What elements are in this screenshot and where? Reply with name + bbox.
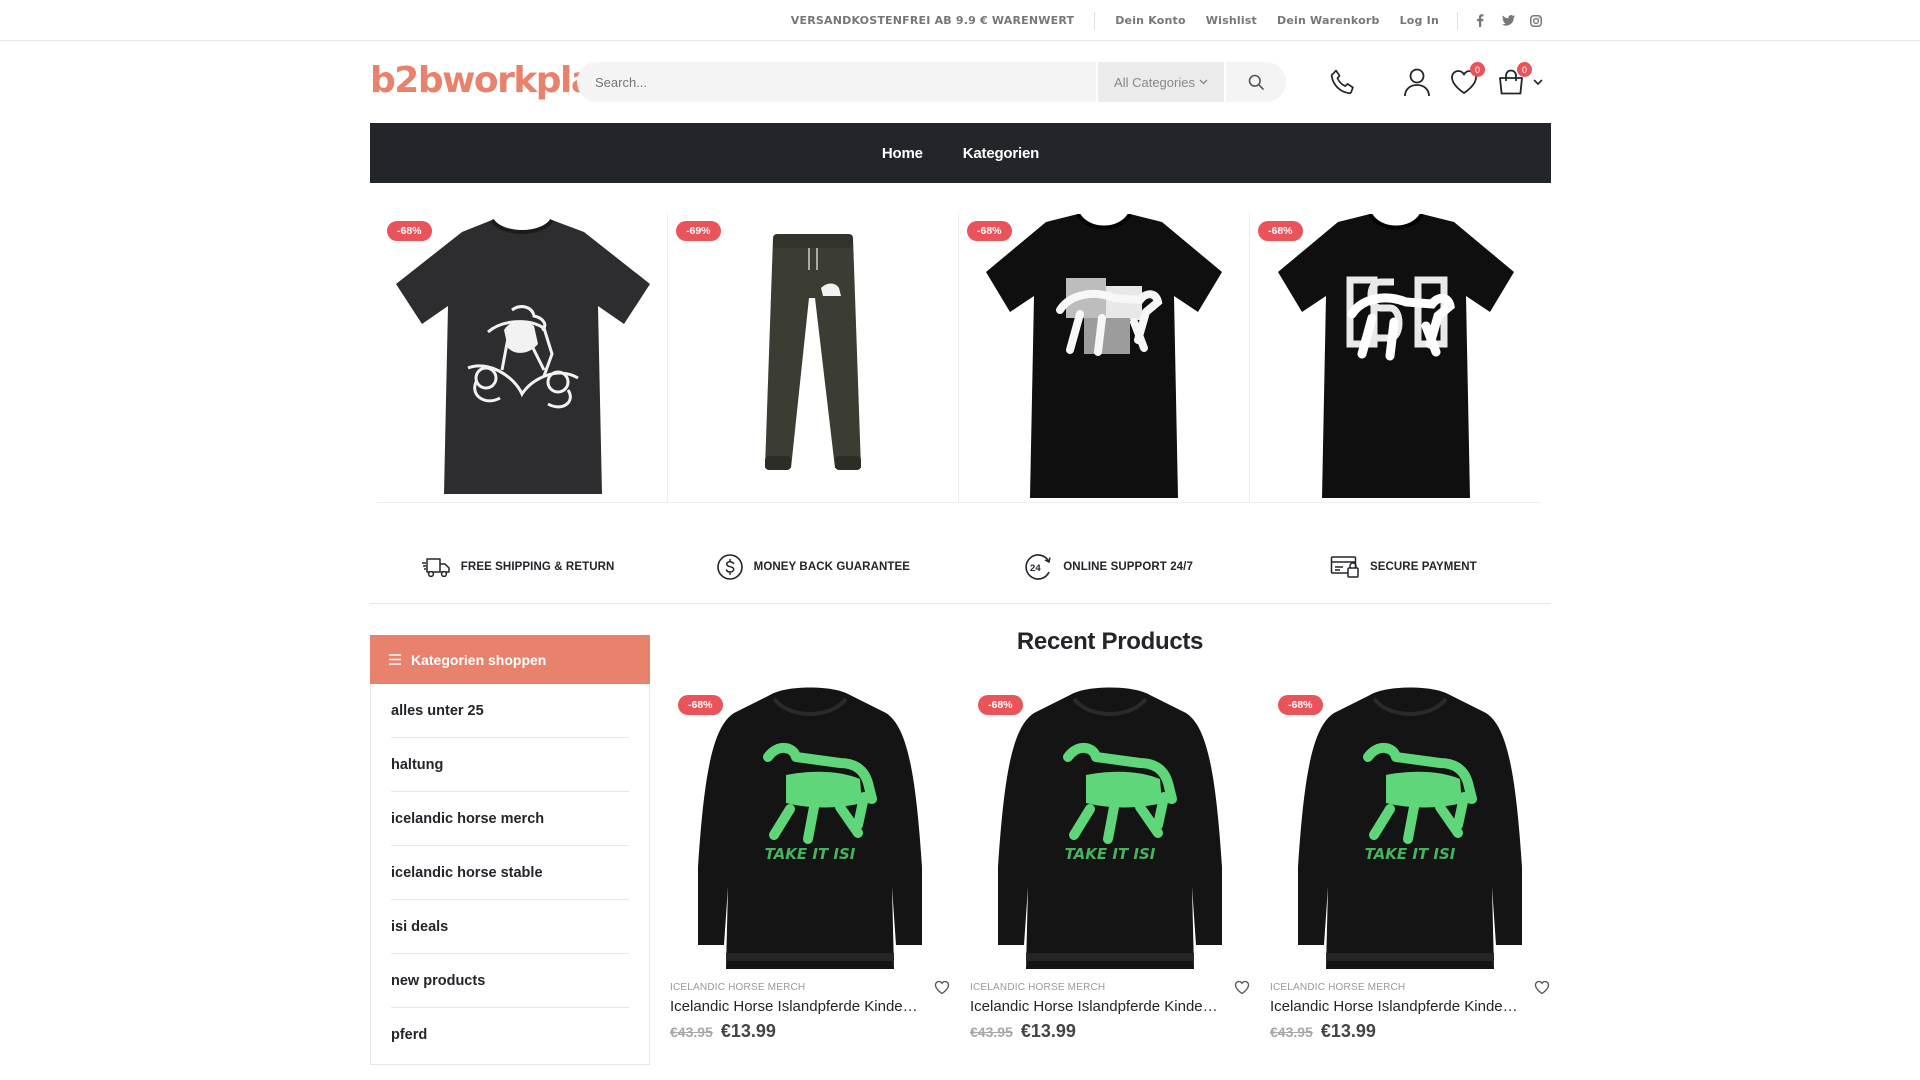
category-select-label: All Categories — [1114, 74, 1195, 90]
search-icon — [1248, 74, 1264, 90]
shipping-notice: VERSANDKOSTENFREI AB 9.9 € WARENWERT — [791, 11, 1096, 30]
phone-icon[interactable] — [1326, 64, 1360, 100]
facebook-icon[interactable] — [1472, 13, 1488, 29]
heart-icon[interactable] — [1534, 980, 1550, 995]
discount-badge: -69% — [676, 221, 721, 241]
old-price: €43.95 — [670, 1024, 713, 1040]
tshirt-product-image — [1277, 214, 1514, 498]
service-label: ONLINE SUPPORT 24/7 — [1063, 560, 1193, 573]
sidebar-item-alles-unter-25[interactable]: alles unter 25 — [391, 684, 629, 738]
product-card[interactable]: -69% — [668, 213, 959, 503]
service-free-shipping: FREE SHIPPING & RETURN — [370, 530, 665, 603]
old-price: €43.95 — [970, 1024, 1013, 1040]
support-24-icon: 24 — [1025, 553, 1051, 580]
search-input[interactable] — [577, 62, 1096, 102]
category-select[interactable]: All Categories — [1096, 62, 1224, 102]
print-text: TAKE IT ISI — [1365, 845, 1456, 863]
hoodie-product-image[interactable]: -68% TAKE IT ISI — [970, 687, 1250, 972]
service-bar: FREE SHIPPING & RETURN MONEY BACK GUARAN… — [370, 530, 1551, 604]
product-name[interactable]: Icelandic Horse Islandpferde Kinder ... — [1270, 998, 1520, 1015]
search-bar: All Categories — [577, 62, 1286, 102]
site-logo[interactable]: b2bworkpla — [370, 58, 595, 104]
sidebar-title: Kategorien shoppen — [411, 651, 547, 668]
search-button[interactable] — [1224, 62, 1286, 102]
sidebar-item-pferd[interactable]: pferd — [391, 1008, 629, 1062]
product-card[interactable]: -68% — [1250, 213, 1541, 503]
sidebar-item-icelandic-horse-stable[interactable]: icelandic horse stable — [391, 846, 629, 900]
product-category[interactable]: ICELANDIC HORSE MERCH — [670, 982, 950, 993]
link-account[interactable]: Dein Konto — [1115, 14, 1186, 27]
link-cart[interactable]: Dein Warenkorb — [1277, 14, 1380, 27]
discount-badge: -68% — [678, 695, 723, 715]
service-money-back: MONEY BACK GUARANTEE — [665, 530, 960, 603]
instagram-icon[interactable] — [1528, 13, 1544, 29]
discount-badge: -68% — [967, 221, 1012, 241]
print-text: TAKE IT ISI — [1065, 845, 1156, 863]
svg-text:24: 24 — [1030, 563, 1041, 574]
account-links: Dein Konto Wishlist Dein Warenkorb Log I… — [1095, 11, 1458, 30]
service-label: FREE SHIPPING & RETURN — [460, 560, 615, 573]
link-wishlist[interactable]: Wishlist — [1206, 14, 1257, 27]
product-card[interactable]: -68% TAKE IT ISI ICELANDIC HORSE MERCH I… — [970, 687, 1250, 1042]
product-category[interactable]: ICELANDIC HORSE MERCH — [1270, 982, 1550, 993]
heart-icon[interactable] — [934, 980, 950, 995]
sidebar-header[interactable]: Kategorien shoppen — [370, 635, 650, 684]
cart-chevron-down-icon[interactable] — [1530, 64, 1546, 100]
price: €13.99 — [1320, 1021, 1376, 1041]
link-login[interactable]: Log In — [1400, 14, 1439, 27]
service-label: MONEY BACK GUARANTEE — [753, 560, 911, 573]
truck-icon — [421, 557, 450, 577]
price: €13.99 — [720, 1021, 776, 1041]
product-card[interactable]: -68% — [377, 213, 668, 503]
discount-badge: -68% — [387, 221, 432, 241]
product-name[interactable]: Icelandic Horse Islandpferde Kinder ... — [670, 998, 920, 1015]
service-support: 24 ONLINE SUPPORT 24/7 — [961, 530, 1256, 603]
social-links — [1458, 13, 1544, 29]
main-nav: Home Kategorien — [370, 123, 1551, 183]
chevron-down-icon — [1199, 79, 1208, 85]
account-icon[interactable] — [1400, 64, 1434, 100]
menu-icon — [389, 654, 401, 665]
product-card[interactable]: -68% — [959, 213, 1250, 503]
price: €13.99 — [1020, 1021, 1076, 1041]
product-card[interactable]: -68% TAKE IT ISI ICELANDIC HORSE MERCH I… — [670, 687, 950, 1042]
hoodie-product-image[interactable]: -68% TAKE IT ISI — [1270, 687, 1550, 972]
sidebar-item-icelandic-horse-merch[interactable]: icelandic horse merch — [391, 792, 629, 846]
cart-icon[interactable]: 0 — [1494, 62, 1532, 100]
sidebar-item-new-products[interactable]: new products — [391, 954, 629, 1008]
nav-kategorien[interactable]: Kategorien — [963, 145, 1040, 162]
featured-products: -68% -69% -68% -68% — [377, 213, 1541, 503]
wishlist-count-badge: 0 — [1470, 62, 1485, 77]
sidebar-item-isi-deals[interactable]: isi deals — [391, 900, 629, 954]
sidebar-item-haltung[interactable]: haltung — [391, 738, 629, 792]
tshirt-product-image — [986, 214, 1222, 498]
nav-home[interactable]: Home — [882, 145, 923, 162]
discount-badge: -68% — [1258, 221, 1303, 241]
print-text: TAKE IT ISI — [765, 845, 856, 863]
hoodie-product-image[interactable]: -68% TAKE IT ISI — [670, 687, 950, 972]
section-title-recent-products: Recent Products — [1016, 628, 1204, 655]
money-icon — [716, 553, 743, 580]
pants-product-image — [765, 234, 861, 470]
discount-badge: -68% — [978, 695, 1023, 715]
service-label: SECURE PAYMENT — [1369, 560, 1477, 573]
heart-icon[interactable] — [1234, 980, 1250, 995]
secure-payment-icon — [1330, 555, 1359, 578]
product-name[interactable]: Icelandic Horse Islandpferde Kinder ... — [970, 998, 1220, 1015]
category-sidebar: Kategorien shoppen alles unter 25 haltun… — [370, 635, 650, 1065]
twitter-icon[interactable] — [1500, 13, 1516, 29]
discount-badge: -68% — [1278, 695, 1323, 715]
product-card[interactable]: -68% TAKE IT ISI ICELANDIC HORSE MERCH I… — [1270, 687, 1550, 1042]
wishlist-icon[interactable]: 0 — [1447, 62, 1485, 100]
service-secure-payment: SECURE PAYMENT — [1256, 530, 1551, 603]
top-bar: VERSANDKOSTENFREI AB 9.9 € WARENWERT Dei… — [0, 0, 1920, 41]
old-price: €43.95 — [1270, 1024, 1313, 1040]
tshirt-product-image — [396, 218, 650, 494]
product-category[interactable]: ICELANDIC HORSE MERCH — [970, 982, 1250, 993]
